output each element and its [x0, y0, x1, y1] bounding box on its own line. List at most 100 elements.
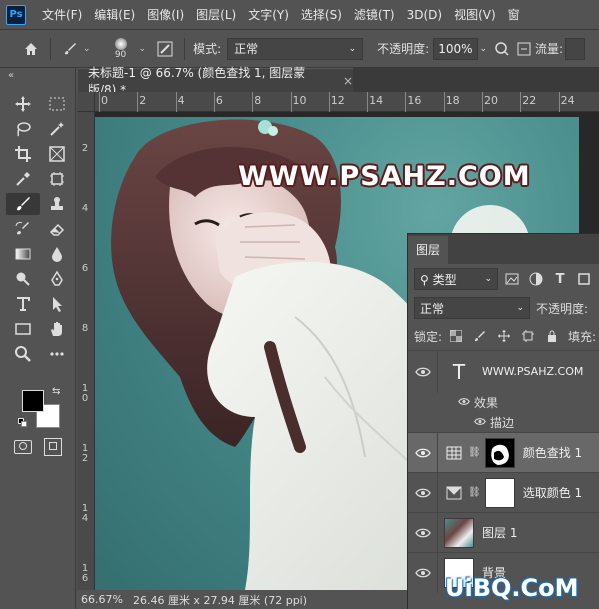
layer-row-selective-color[interactable]: ⛓ 选取颜色 1: [408, 472, 599, 513]
lock-pixels-icon[interactable]: [470, 326, 490, 346]
document-tab[interactable]: 未标题-1 @ 66.7% (颜色查找 1, 图层蒙版/8) * ×: [78, 66, 353, 97]
document-size: 26.46 厘米 x 27.94 厘米 (72 ppi): [132, 593, 308, 607]
stroke-effect-row[interactable]: 描边: [408, 412, 599, 432]
swap-colors-icon[interactable]: ⇆: [52, 386, 60, 397]
chevron-down-icon[interactable]: ⌄: [83, 44, 91, 54]
ruler-tick-label: 1 2: [81, 443, 89, 464]
menu-bar: Ps 文件(F) 编辑(E) 图像(I) 图层(L) 文字(Y) 选择(S) 滤…: [0, 0, 599, 30]
stroke-label: 描边: [490, 415, 515, 430]
menu-window[interactable]: 窗: [502, 0, 526, 30]
ruler-tick-label: 1 0: [81, 383, 89, 404]
pixel-filter-icon[interactable]: [502, 269, 522, 289]
menu-file[interactable]: 文件(F): [36, 0, 88, 30]
visibility-eye-icon[interactable]: [408, 472, 438, 513]
magic-wand-icon[interactable]: [40, 118, 74, 140]
home-icon[interactable]: [20, 38, 42, 60]
default-colors-icon[interactable]: [18, 418, 28, 428]
visibility-eye-icon[interactable]: [474, 415, 486, 429]
stamp-tool-icon[interactable]: [40, 193, 74, 215]
blend-mode-select[interactable]: 正常 ⌄: [414, 297, 530, 319]
move-tool-icon[interactable]: [6, 93, 40, 115]
rectangle-tool-icon[interactable]: [6, 318, 40, 340]
layer-row-text[interactable]: T WWW.PSAHZ.COM: [408, 350, 599, 393]
layer-row-layer1[interactable]: 图层 1: [408, 512, 599, 553]
ruler-tick-label: 2: [81, 143, 89, 154]
quick-mask-icon[interactable]: [14, 440, 32, 454]
layers-panel: 图层 ⚲ 类型 ⌄ T 正常 ⌄ 不透明度: 锁定: 填充: T WWW.PSA…: [407, 233, 599, 609]
history-brush-icon[interactable]: [6, 218, 40, 240]
zoom-level[interactable]: 66.67%: [81, 593, 123, 606]
more-tools-icon[interactable]: [40, 343, 74, 365]
adjustment-filter-icon[interactable]: [526, 269, 546, 289]
menu-edit[interactable]: 编辑(E): [88, 0, 141, 30]
blur-tool-icon[interactable]: [40, 243, 74, 265]
layer-filter-select[interactable]: ⚲ 类型 ⌄: [414, 268, 498, 290]
chevron-down-icon: ⌄: [348, 43, 357, 54]
visibility-eye-icon[interactable]: [408, 350, 438, 393]
selective-color-icon: [444, 486, 464, 500]
airbrush-icon[interactable]: [513, 38, 535, 60]
frame-tool-icon[interactable]: [40, 143, 74, 165]
ruler-origin[interactable]: [77, 92, 95, 112]
layer-name: 颜色查找 1: [522, 446, 583, 460]
screen-mode-icon[interactable]: [44, 438, 62, 456]
chevron-down-icon[interactable]: ⌄: [480, 44, 488, 54]
visibility-eye-icon[interactable]: [408, 512, 438, 553]
layer-row-color-lookup[interactable]: ⛓ 颜色查找 1: [408, 432, 599, 473]
type-filter-icon[interactable]: T: [550, 269, 570, 289]
menu-type[interactable]: 文字(Y): [242, 0, 295, 30]
horizontal-ruler[interactable]: 0 2 4 6 8 10 12 14 16 18 20 22 24: [95, 92, 599, 112]
menu-filter[interactable]: 滤镜(T): [348, 0, 401, 30]
eyedropper-icon[interactable]: [6, 168, 40, 190]
menu-image[interactable]: 图像(I): [141, 0, 190, 30]
flow-input[interactable]: [565, 37, 586, 60]
layer-mask-thumbnail[interactable]: [484, 477, 515, 508]
menu-layer[interactable]: 图层(L): [190, 0, 242, 30]
type-layer-icon: T: [452, 359, 466, 384]
hand-tool-icon[interactable]: [40, 318, 74, 340]
pen-tool-icon[interactable]: [40, 268, 74, 290]
lock-position-icon[interactable]: [494, 326, 514, 346]
type-tool-icon[interactable]: [6, 293, 40, 315]
shape-filter-icon[interactable]: [574, 269, 594, 289]
collapse-icon[interactable]: «: [8, 70, 14, 81]
lock-artboard-icon[interactable]: [518, 326, 538, 346]
gradient-tool-icon[interactable]: [6, 243, 40, 265]
frame-select-icon[interactable]: [40, 168, 74, 190]
lock-all-icon[interactable]: [542, 326, 562, 346]
marquee-tool-icon[interactable]: [40, 93, 74, 115]
layer-name: 图层 1: [482, 526, 518, 540]
menu-view[interactable]: 视图(V): [448, 0, 502, 30]
opacity-input[interactable]: 100%: [433, 37, 478, 60]
brush-preset-icon[interactable]: [59, 38, 81, 60]
foreground-color-swatch[interactable]: [22, 390, 44, 412]
visibility-eye-icon[interactable]: [408, 432, 438, 473]
mode-select[interactable]: 正常 ⌄: [227, 37, 364, 60]
lasso-tool-icon[interactable]: [6, 118, 40, 140]
ruler-tick-label: 1 6: [81, 563, 89, 584]
brush-tool-icon[interactable]: [6, 193, 40, 215]
crop-tool-icon[interactable]: [6, 143, 40, 165]
layer-thumbnail[interactable]: [444, 517, 474, 548]
chain-link-icon[interactable]: ⛓: [468, 487, 481, 498]
chain-link-icon[interactable]: ⛓: [468, 447, 481, 458]
layer-mask-thumbnail[interactable]: [484, 437, 515, 468]
visibility-eye-icon[interactable]: [408, 552, 438, 593]
eraser-icon[interactable]: [40, 218, 74, 240]
brush-settings-icon[interactable]: [154, 38, 176, 60]
close-icon[interactable]: ×: [343, 74, 353, 88]
visibility-eye-icon[interactable]: [458, 395, 470, 409]
path-select-icon[interactable]: [40, 293, 74, 315]
menu-select[interactable]: 选择(S): [295, 0, 348, 30]
effects-row[interactable]: 效果: [408, 392, 599, 412]
zoom-tool-icon[interactable]: [6, 343, 40, 365]
dodge-tool-icon[interactable]: [6, 268, 40, 290]
pressure-opacity-icon[interactable]: [491, 38, 513, 60]
menu-3d[interactable]: 3D(D): [401, 0, 448, 30]
brush-size-picker[interactable]: 90: [103, 31, 139, 67]
lock-transparency-icon[interactable]: [446, 326, 466, 346]
tab-layers[interactable]: 图层: [408, 236, 449, 264]
chevron-down-icon[interactable]: ⌄: [139, 44, 147, 54]
vertical-ruler[interactable]: 2 4 6 8 1 0 1 2 1 4 1 6: [77, 112, 95, 590]
ruler-tick-label: 6: [81, 263, 89, 274]
